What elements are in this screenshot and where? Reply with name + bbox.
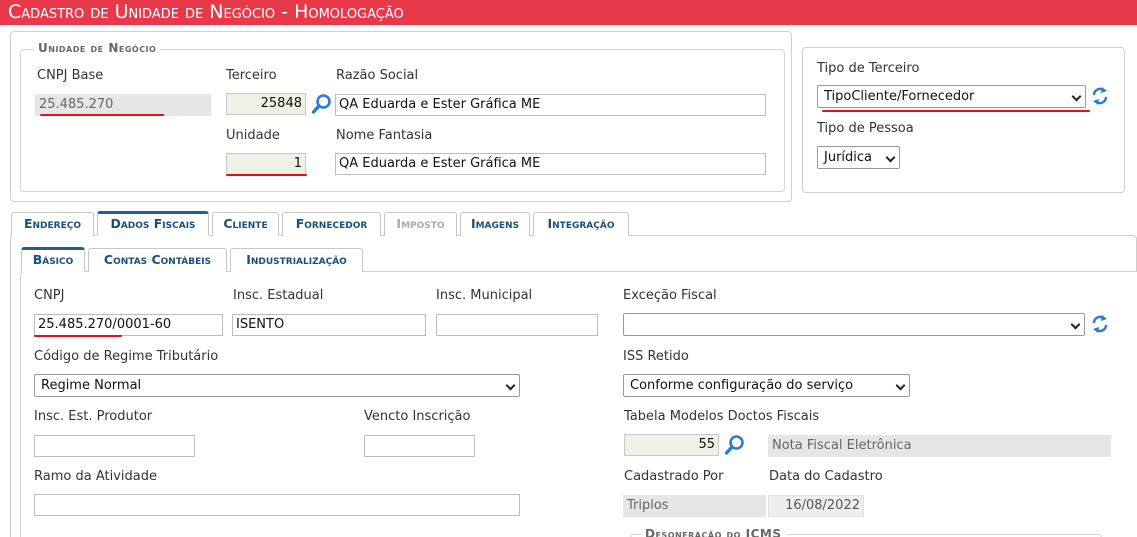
tipo-pessoa-select[interactable]: Jurídica xyxy=(817,146,900,169)
page-title: Cadastro de Unidade de Negócio - Homolog… xyxy=(0,0,1137,25)
cadastrado-por-label: Cadastrado Por xyxy=(624,469,724,484)
cnpj-base-underline xyxy=(40,114,164,116)
insc-produtor-label: Insc. Est. Produtor xyxy=(34,409,153,424)
refresh-icon[interactable] xyxy=(1091,86,1109,106)
tipo-terceiro-select[interactable]: TipoCliente/Fornecedor xyxy=(817,85,1086,108)
insc-municipal-label: Insc. Municipal xyxy=(436,288,533,303)
subtab-basico[interactable]: Básico xyxy=(21,247,85,272)
ramo-atividade-label: Ramo da Atividade xyxy=(34,469,157,484)
chevron-down-icon xyxy=(1071,91,1082,102)
insc-estadual-label: Insc. Estadual xyxy=(233,288,324,303)
excecao-fiscal-select[interactable] xyxy=(623,313,1085,336)
nome-fantasia-label: Nome Fantasia xyxy=(336,128,433,143)
tipo-terceiro-value: TipoCliente/Fornecedor xyxy=(824,89,975,104)
data-cadastro-field: 16/08/2022 xyxy=(768,495,864,517)
data-cadastro-label: Data do Cadastro xyxy=(769,469,883,484)
unidade-field[interactable]: 1 xyxy=(226,153,306,175)
unidade-underline xyxy=(226,174,307,176)
unidade-legend: Unidade de Negócio xyxy=(34,41,161,55)
subtab-contas-contabeis[interactable]: Contas Contábeis xyxy=(88,248,227,272)
search-icon[interactable] xyxy=(311,93,333,115)
terceiro-label: Terceiro xyxy=(226,68,277,83)
cnpj-label: CNPJ xyxy=(34,288,65,303)
razao-social-field[interactable]: QA Eduarda e Ester Gráfica ME xyxy=(335,94,766,116)
subtab-industrializacao[interactable]: Industrialização xyxy=(230,248,363,272)
insc-municipal-field[interactable] xyxy=(436,314,598,336)
regime-tributario-value: Regime Normal xyxy=(41,378,142,393)
refresh-icon[interactable] xyxy=(1091,314,1109,334)
modelos-doctos-desc-field: Nota Fiscal Eletrônica xyxy=(768,435,1111,457)
chevron-down-icon xyxy=(885,152,896,163)
search-icon[interactable] xyxy=(724,434,746,456)
tab-fornecedor[interactable]: Fornecedor xyxy=(282,212,381,236)
regime-tributario-select[interactable]: Regime Normal xyxy=(34,374,520,397)
chevron-down-icon xyxy=(505,380,516,391)
excecao-fiscal-label: Exceção Fiscal xyxy=(623,288,717,303)
chevron-down-icon xyxy=(895,380,906,391)
tipo-pessoa-value: Jurídica xyxy=(824,150,873,165)
regime-tributario-label: Código de Regime Tributário xyxy=(34,349,219,364)
insc-estadual-field[interactable]: ISENTO xyxy=(232,314,426,336)
tipo-terceiro-underline xyxy=(822,110,1090,112)
tab-imagens[interactable]: Imagens xyxy=(460,212,530,236)
iss-retido-value: Conforme configuração do serviço xyxy=(630,378,854,393)
tab-imposto: Imposto xyxy=(384,212,457,236)
terceiro-field[interactable]: 25848 xyxy=(226,93,306,115)
cnpj-base-field: 25.485.270 xyxy=(35,94,211,116)
modelos-doctos-label: Tabela Modelos Doctos Fiscais xyxy=(624,409,820,424)
desoneracao-legend: Desoneração do ICMS xyxy=(641,527,786,537)
cnpj-base-label: CNPJ Base xyxy=(37,68,104,83)
tab-integracao[interactable]: Integração xyxy=(533,212,629,236)
razao-social-label: Razão Social xyxy=(336,68,419,83)
iss-retido-label: ISS Retido xyxy=(623,349,689,364)
cnpj-field[interactable]: 25.485.270/0001-60 xyxy=(34,314,223,336)
cnpj-underline xyxy=(34,335,122,337)
cadastrado-por-field: Triplos xyxy=(623,495,766,517)
unidade-label: Unidade xyxy=(226,128,280,143)
iss-retido-select[interactable]: Conforme configuração do serviço xyxy=(623,374,910,397)
chevron-down-icon xyxy=(1070,319,1081,330)
tipo-pessoa-label: Tipo de Pessoa xyxy=(817,121,914,136)
ramo-atividade-field[interactable] xyxy=(34,494,520,516)
modelos-doctos-code-field[interactable]: 55 xyxy=(624,434,719,456)
insc-produtor-field[interactable] xyxy=(34,435,195,457)
tab-dados-fiscais[interactable]: Dados Fiscais xyxy=(97,211,209,236)
vencto-inscricao-label: Vencto Inscrição xyxy=(364,409,471,424)
tab-endereco[interactable]: Endereço xyxy=(11,212,94,236)
tab-cliente[interactable]: Cliente xyxy=(212,212,279,236)
tipo-terceiro-label: Tipo de Terceiro xyxy=(817,61,920,76)
nome-fantasia-field[interactable]: QA Eduarda e Ester Gráfica ME xyxy=(335,153,766,175)
vencto-inscricao-field[interactable] xyxy=(364,435,475,457)
